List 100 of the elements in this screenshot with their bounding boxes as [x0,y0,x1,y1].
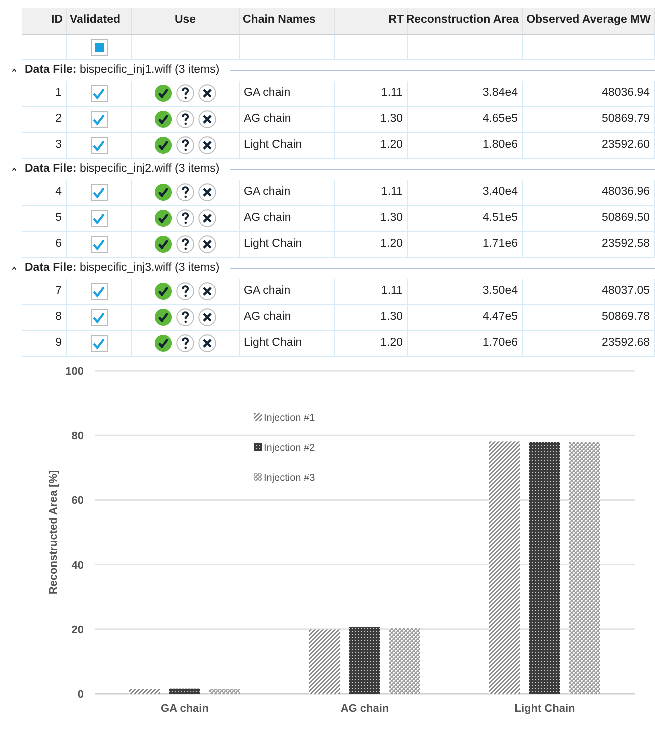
legend-label: Injection #3 [264,473,316,484]
close-icon[interactable] [198,308,217,327]
check-icon[interactable] [154,235,173,254]
checkbox[interactable] [90,210,108,227]
table-cell: 48036.96 [523,180,655,206]
table-cell: 50869.50 [523,206,655,232]
help-icon[interactable] [176,183,195,202]
table-cell: 1 [22,81,67,107]
check-icon[interactable] [154,136,173,155]
check-icon[interactable] [154,110,173,129]
table-cell: GA chain [240,81,335,107]
table-cell: 2 [22,107,67,133]
table-cell: Light Chain [240,133,335,159]
table-cell: 1.30 [335,107,408,133]
column-header[interactable]: Validated [67,8,132,35]
legend-swatch [254,443,262,451]
checkbox[interactable] [90,137,108,154]
axis-tick-label: 0 [78,689,84,701]
close-icon[interactable] [198,183,217,202]
caret-icon[interactable] [10,66,19,75]
table-cell: 3 [22,133,67,159]
table-cell: 1.71e6 [408,232,523,258]
legend-swatch [254,413,262,421]
table-cell: 1.70e6 [408,331,523,357]
caret-icon[interactable] [10,264,19,273]
table-cell: 48037.05 [523,279,655,305]
caret-icon[interactable] [10,165,19,174]
table-cell: 1.11 [335,180,408,206]
table-cell: 9 [22,331,67,357]
table-cell: 48036.94 [523,81,655,107]
checkbox[interactable] [90,111,108,128]
table-cell: GA chain [240,279,335,305]
table-cell: Light Chain [240,331,335,357]
axis-tick-label: 20 [72,624,84,636]
check-icon[interactable] [154,183,173,202]
column-header[interactable]: Observed Average MW [523,8,655,35]
check-icon[interactable] [154,334,173,353]
column-header[interactable]: ID [22,8,67,35]
help-icon[interactable] [176,235,195,254]
check-icon[interactable] [154,282,173,301]
group-header[interactable]: Data File: bispecific_inj2.wiff (3 items) [25,160,220,178]
checkbox[interactable] [90,236,108,253]
table-cell: 3.50e4 [408,279,523,305]
close-icon[interactable] [198,209,217,228]
table-cell: 23592.60 [523,133,655,159]
close-icon[interactable] [198,136,217,155]
table-cell: 1.20 [335,133,408,159]
table-cell: 4.47e5 [408,305,523,331]
axis-category-label: GA chain [161,703,209,715]
help-icon[interactable] [176,136,195,155]
bar [210,689,240,694]
checkbox[interactable] [90,184,108,201]
table-cell: Light Chain [240,232,335,258]
column-header[interactable]: Chain Names [240,8,335,35]
table-cell: 3.40e4 [408,180,523,206]
help-icon[interactable] [176,84,195,103]
table-cell: 7 [22,279,67,305]
table-cell: 3.84e4 [408,81,523,107]
table-cell: AG chain [240,206,335,232]
axis-tick-label: 40 [72,560,84,572]
table-cell: 1.11 [335,81,408,107]
group-header[interactable]: Data File: bispecific_inj3.wiff (3 items) [25,260,220,278]
help-icon[interactable] [176,334,195,353]
column-header[interactable]: Use [132,8,240,35]
axis-title: Reconstructed Area [%] [48,470,60,595]
table-cell: 1.30 [335,206,408,232]
checkbox[interactable] [90,85,108,102]
column-header[interactable]: RT [335,8,408,35]
bar [130,689,160,694]
table-cell: 50869.78 [523,305,655,331]
table-cell: 8 [22,305,67,331]
checkbox[interactable] [90,335,108,352]
check-icon[interactable] [154,308,173,327]
checkbox[interactable] [90,283,108,300]
close-icon[interactable] [198,334,217,353]
check-icon[interactable] [154,209,173,228]
help-icon[interactable] [176,308,195,327]
bar [310,630,340,694]
filter-checkbox[interactable] [90,38,108,56]
legend-label: Injection #2 [264,443,316,454]
table-cell: 4.51e5 [408,206,523,232]
bar [170,688,200,694]
help-icon[interactable] [176,110,195,129]
close-icon[interactable] [198,282,217,301]
table-cell: 5 [22,206,67,232]
table-cell: 1.11 [335,279,408,305]
table-cell: 6 [22,232,67,258]
close-icon[interactable] [198,235,217,254]
group-header[interactable]: Data File: bispecific_inj1.wiff (3 items) [25,62,220,80]
table-cell: AG chain [240,107,335,133]
axis-tick-label: 60 [72,495,84,508]
column-header[interactable]: Reconstruction Area [408,8,523,35]
check-icon[interactable] [154,84,173,103]
legend-swatch [254,473,262,481]
close-icon[interactable] [198,84,217,103]
help-icon[interactable] [176,209,195,228]
checkbox[interactable] [90,309,108,326]
help-icon[interactable] [176,282,195,301]
close-icon[interactable] [198,110,217,129]
table-cell: 1.30 [335,305,408,331]
